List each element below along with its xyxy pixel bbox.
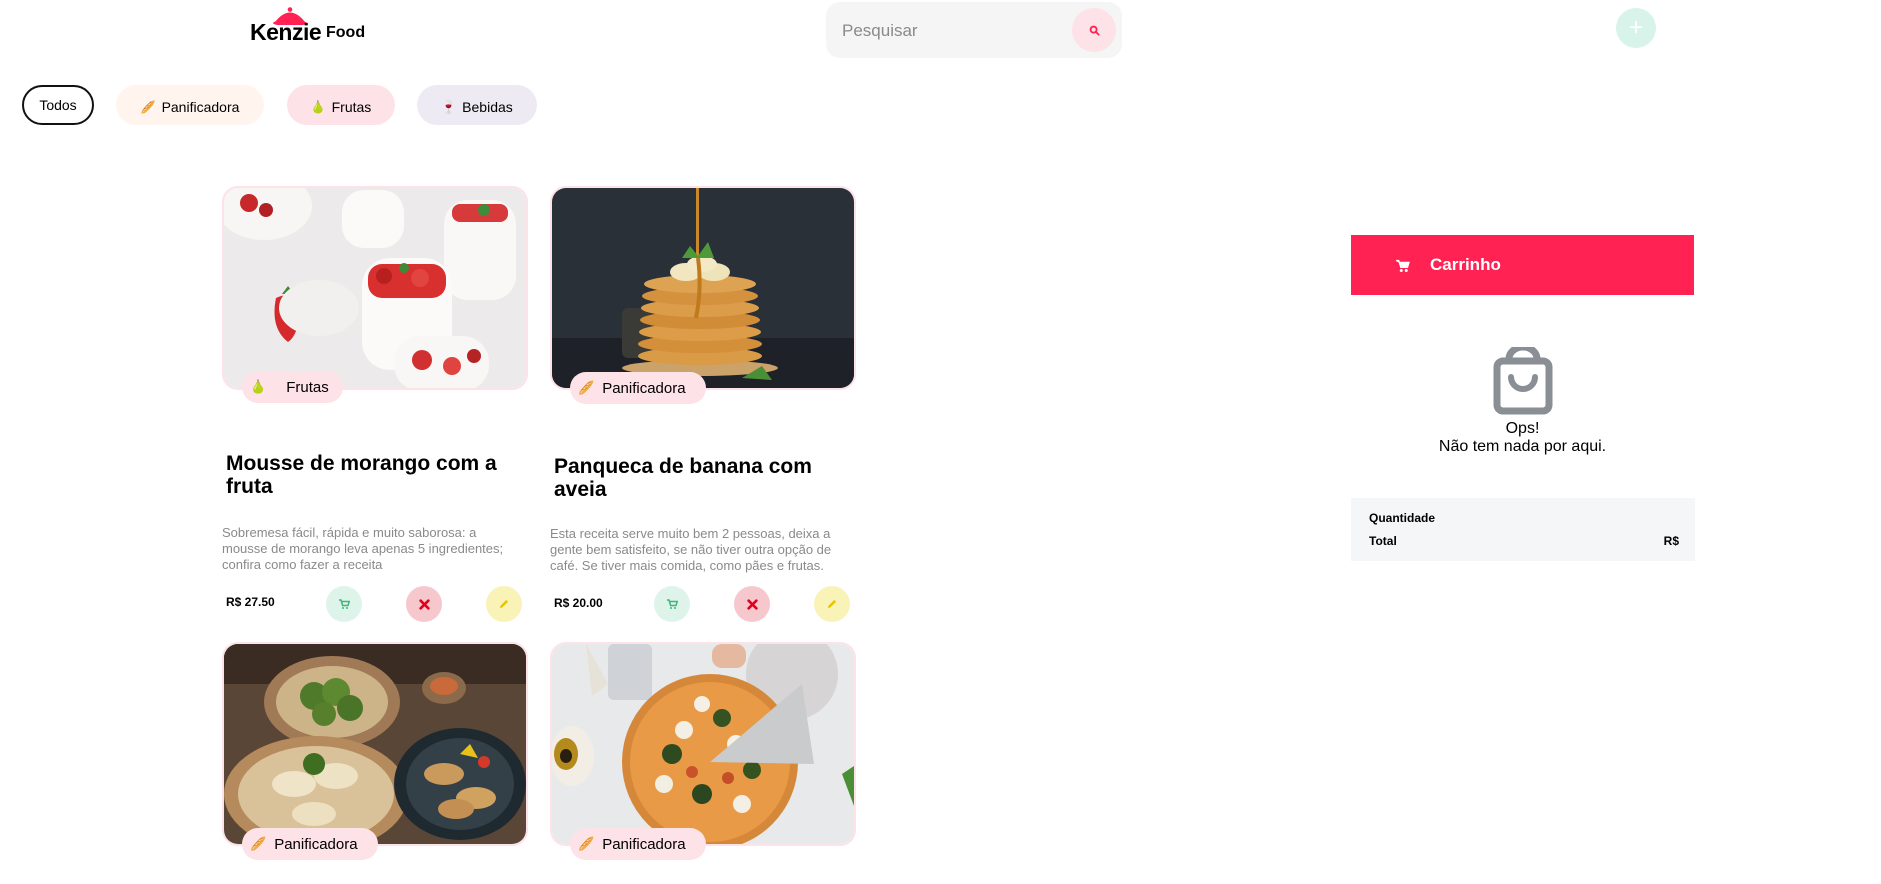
delete-button[interactable] <box>734 586 770 622</box>
product-description: Esta receita serve muito bem 2 pessoas, … <box>550 526 832 573</box>
product-card: 🍐 Frutas Mousse de morango com a fruta S… <box>222 186 528 622</box>
product-image <box>550 642 856 846</box>
search-button[interactable] <box>1072 8 1116 52</box>
pear-icon: 🍐 <box>250 379 267 394</box>
product-title: Mousse de morango com a fruta <box>226 452 497 498</box>
empty-cart-title: Ops! <box>1505 420 1540 437</box>
cart-summary: Quantidade Total R$ <box>1351 498 1695 561</box>
quantity-label: Quantidade <box>1369 511 1436 525</box>
add-to-cart-button[interactable] <box>654 586 690 622</box>
tag-label: Panificadora <box>274 835 358 853</box>
filter-label: Panificadora <box>161 98 240 115</box>
wine-glass-icon: 🍷 <box>441 99 457 114</box>
filter-label: Todos <box>39 97 77 113</box>
cart-title: Carrinho <box>1430 255 1501 274</box>
edit-button[interactable] <box>814 586 850 622</box>
product-image <box>222 186 528 390</box>
cart-header: Carrinho <box>1351 235 1694 295</box>
filter-todos[interactable]: Todos <box>22 85 94 125</box>
search-icon <box>1089 25 1100 36</box>
product-image <box>550 186 856 390</box>
filter-label: Frutas <box>331 98 372 115</box>
plus-icon: + <box>1628 14 1643 41</box>
product-title: Panqueca de banana com aveia <box>554 455 812 501</box>
filter-label: Bebidas <box>462 98 513 115</box>
delete-button[interactable] <box>406 586 442 622</box>
pear-icon: 🍐 <box>310 99 326 114</box>
pencil-icon <box>828 600 836 608</box>
product-price: R$ 20.00 <box>554 596 603 610</box>
close-icon <box>418 598 430 610</box>
product-card: 🥖 Panificadora Panqueca de banana com av… <box>550 186 856 622</box>
pencil-icon <box>500 600 508 608</box>
filter-frutas[interactable]: 🍐 Frutas <box>287 85 395 125</box>
app-logo[interactable]: Kenzie Food <box>250 4 375 45</box>
category-tag: 🍐 Frutas <box>242 371 343 403</box>
tag-label: Panificadora <box>602 379 686 397</box>
bread-icon: 🥖 <box>250 836 267 851</box>
logo-wordmark: Kenzie <box>250 19 322 45</box>
search-input[interactable] <box>840 16 1044 46</box>
total-value: R$ <box>1663 534 1679 548</box>
search-bar <box>826 2 1122 58</box>
total-label: Total <box>1369 534 1397 548</box>
logo-subtitle: Food <box>326 24 366 41</box>
bread-icon: 🥖 <box>140 99 156 114</box>
add-product-button[interactable]: + <box>1616 8 1656 48</box>
shopping-bag-icon <box>1493 347 1553 415</box>
close-icon <box>746 598 758 610</box>
product-card: 🥖 Panificadora <box>550 642 856 862</box>
empty-cart-message: Não tem nada por aqui. <box>1438 438 1607 455</box>
bread-icon: 🥖 <box>578 836 595 851</box>
filter-bebidas[interactable]: 🍷 Bebidas <box>417 85 537 125</box>
add-to-cart-button[interactable] <box>326 586 362 622</box>
product-price: R$ 27.50 <box>226 595 275 609</box>
edit-button[interactable] <box>486 586 522 622</box>
category-tag: 🥖 Panificadora <box>242 828 378 860</box>
product-description: Sobremesa fácil, rápida e muito saborosa… <box>222 525 504 572</box>
tag-label: Frutas <box>286 378 329 396</box>
category-tag: 🥖 Panificadora <box>570 828 706 860</box>
filter-panificadora[interactable]: 🥖 Panificadora <box>116 85 264 125</box>
cart-icon <box>339 599 350 609</box>
product-card: 🥖 Panificadora <box>222 642 528 862</box>
category-tag: 🥖 Panificadora <box>570 372 706 404</box>
tag-label: Panificadora <box>602 835 686 853</box>
product-image <box>222 642 528 846</box>
cart-icon <box>1395 258 1410 273</box>
cart-icon <box>667 599 678 609</box>
bread-icon: 🥖 <box>578 380 595 395</box>
